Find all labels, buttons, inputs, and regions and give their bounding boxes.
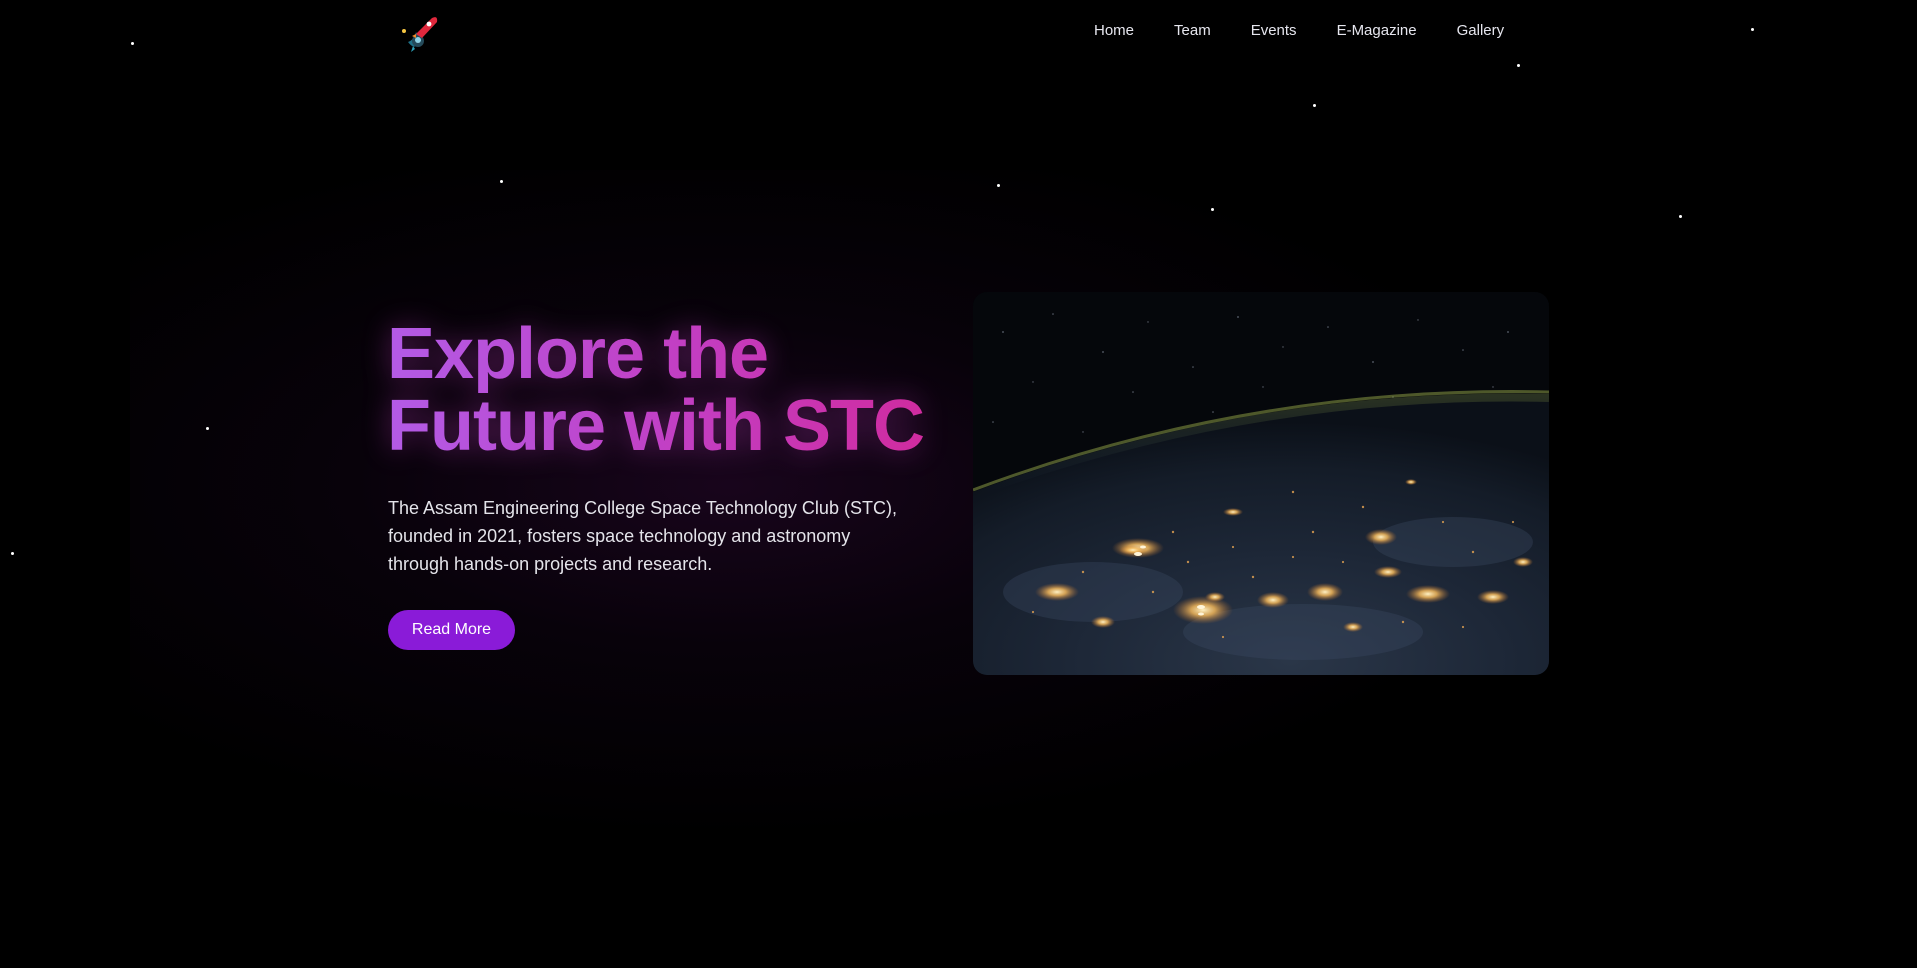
nav-links: Home Team Events E-Magazine Gallery [1094,21,1504,41]
star-decoration [11,552,14,555]
page: Home Team Events E-Magazine Gallery Expl… [0,0,1917,968]
hero-title: Explore the Future with STC [387,318,947,462]
star-decoration [206,427,209,430]
nav-link-home[interactable]: Home [1094,21,1134,41]
top-navbar: Home Team Events E-Magazine Gallery [0,0,1917,64]
read-more-button[interactable]: Read More [388,610,515,650]
star-decoration [1679,215,1682,218]
rocket-logo-icon[interactable] [398,12,442,56]
star-decoration [1211,208,1214,211]
hero-title-line-1: Explore the [387,314,769,394]
star-decoration [1517,64,1520,67]
star-decoration [997,184,1000,187]
earth-at-night-image [973,292,1549,675]
nav-link-events[interactable]: Events [1251,21,1297,41]
hero-title-line-2: Future with STC [387,386,924,466]
hero-description: The Assam Engineering College Space Tech… [388,498,897,574]
star-decoration [1313,104,1316,107]
nav-link-gallery[interactable]: Gallery [1457,21,1505,41]
star-decoration [500,180,503,183]
nav-link-team[interactable]: Team [1174,21,1211,41]
nav-link-e-magazine[interactable]: E-Magazine [1337,21,1417,41]
